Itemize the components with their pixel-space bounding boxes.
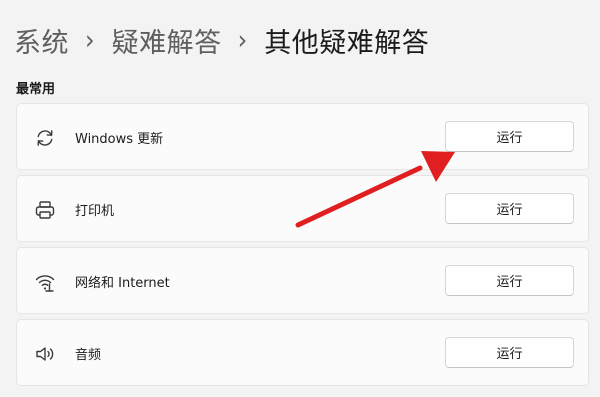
printer-icon	[34, 199, 56, 221]
troubleshooter-card-windows-update: Windows 更新 运行	[16, 103, 589, 170]
breadcrumb-system[interactable]: 系统	[14, 21, 69, 60]
troubleshooter-card-audio: 音频 运行	[16, 319, 589, 386]
breadcrumb: 系统 › 疑难解答 › 其他疑难解答	[14, 18, 429, 62]
breadcrumb-troubleshoot[interactable]: 疑难解答	[112, 21, 222, 60]
run-button-network[interactable]: 运行	[445, 265, 574, 296]
section-title: 最常用	[16, 82, 56, 97]
troubleshooter-card-network: 网络和 Internet 运行	[16, 247, 589, 314]
speaker-icon	[34, 343, 56, 365]
troubleshooter-card-printer: 打印机 运行	[16, 175, 589, 242]
run-button-windows-update[interactable]: 运行	[445, 121, 574, 152]
wifi-icon	[34, 271, 56, 293]
run-button-printer[interactable]: 运行	[445, 193, 574, 224]
breadcrumb-separator: ›	[237, 24, 248, 56]
troubleshooter-label: Windows 更新	[75, 132, 164, 147]
breadcrumb-separator: ›	[85, 24, 95, 56]
troubleshooter-label: 网络和 Internet	[75, 276, 170, 291]
run-button-audio[interactable]: 运行	[445, 337, 574, 368]
troubleshooter-label: 音频	[75, 348, 102, 363]
sync-icon	[34, 127, 56, 149]
troubleshooter-label: 打印机	[75, 204, 115, 219]
page-title: 其他疑难解答	[264, 27, 430, 59]
